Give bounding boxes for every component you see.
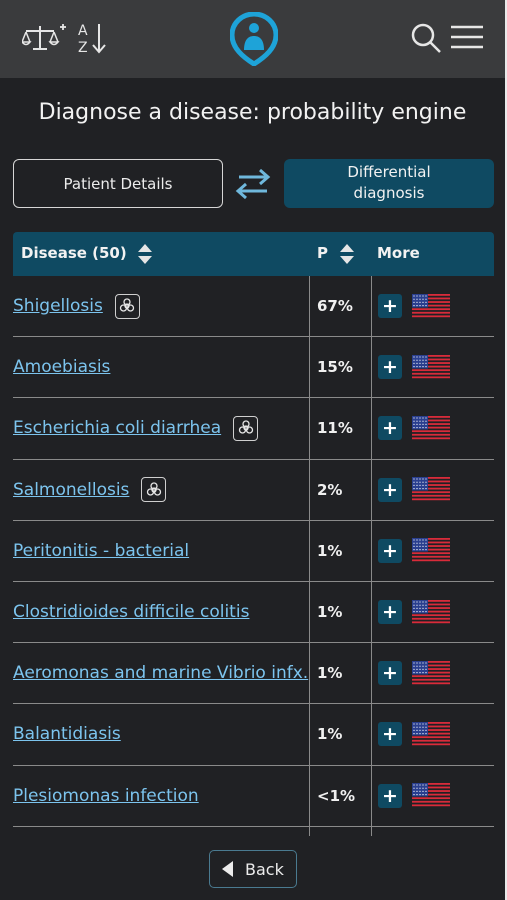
us-flag-icon[interactable]	[412, 538, 450, 563]
differential-diagnosis-label: Differential diagnosis	[347, 163, 431, 202]
cell-probability: 1%	[310, 704, 372, 765]
scale-icon[interactable]	[22, 22, 66, 54]
us-flag-icon[interactable]	[412, 721, 450, 747]
cell-probability: 15%	[310, 337, 372, 398]
disease-link[interactable]: Amoebiasis	[13, 356, 110, 378]
add-button[interactable]: +	[378, 477, 402, 502]
cell-probability: 1%	[310, 520, 372, 581]
cell-probability: <1%	[310, 765, 372, 826]
cell-disease: Escherichia coli diarrhea	[13, 398, 310, 459]
page-title: Diagnose a disease: probability engine	[38, 100, 467, 125]
us-flag-icon[interactable]	[412, 477, 450, 502]
table-row: Salmonellosis 2% +	[13, 459, 494, 521]
cell-more: +	[372, 460, 494, 520]
cell-disease: Peritonitis - bacterial	[13, 520, 310, 581]
cell-disease: Salmonellosis	[13, 459, 310, 520]
cell-disease: Clostridioides difficile colitis	[13, 581, 310, 643]
back-arrow-icon	[222, 861, 233, 877]
table-row-partial	[13, 826, 494, 836]
table-row: Escherichia coli diarrhea 11% +	[13, 398, 494, 460]
menu-icon[interactable]	[449, 22, 485, 52]
add-button[interactable]: +	[378, 416, 402, 441]
biohazard-icon[interactable]	[233, 415, 259, 441]
disease-link[interactable]: Escherichia coli diarrhea	[13, 417, 221, 439]
cell-probability: 2%	[310, 459, 372, 520]
swap-arrows-icon[interactable]	[233, 166, 273, 202]
add-button[interactable]: +	[378, 783, 402, 808]
disease-link[interactable]: Plesiomonas infection	[13, 785, 199, 807]
us-flag-icon[interactable]	[412, 293, 450, 319]
disease-link[interactable]: Shigellosis	[13, 295, 103, 317]
cell-disease: Amoebiasis	[13, 337, 310, 398]
table-header: Disease (50) P More	[13, 232, 494, 276]
app-root: A Z Diagnose a disease: probability engi…	[0, 0, 505, 900]
table-row: Peritonitis - bacterial 1% +	[13, 520, 494, 582]
us-flag-icon[interactable]	[412, 660, 450, 686]
sort-disease-icon[interactable]	[137, 243, 153, 265]
table-row: Shigellosis 67% +	[13, 276, 494, 338]
us-flag-icon[interactable]	[412, 783, 450, 808]
cell-probability: 1%	[310, 643, 372, 704]
sort-letter-a: A	[78, 23, 88, 39]
cell-more: +	[372, 643, 494, 703]
add-button[interactable]: +	[378, 722, 402, 747]
add-button[interactable]: +	[378, 355, 402, 380]
table-row: Clostridioides difficile colitis 1% +	[13, 581, 494, 644]
column-header-disease[interactable]: Disease (50)	[21, 244, 127, 262]
add-button[interactable]: +	[378, 600, 402, 625]
us-flag-icon[interactable]	[412, 599, 450, 625]
sort-az-icon[interactable]: A Z	[76, 20, 108, 56]
back-label: Back	[245, 859, 284, 879]
column-header-p[interactable]: P	[317, 244, 328, 262]
back-button[interactable]: Back	[209, 850, 297, 888]
table-row: Balantidiasis 1% +	[13, 704, 494, 766]
cell-disease: Shigellosis	[13, 276, 310, 337]
us-flag-icon[interactable]	[412, 415, 450, 441]
add-button[interactable]: +	[378, 538, 402, 563]
disease-link[interactable]: Aeromonas and marine Vibrio infx.	[13, 662, 308, 684]
cell-probability: 11%	[310, 398, 372, 459]
cell-more: +	[372, 337, 494, 397]
logo-icon[interactable]	[230, 12, 278, 66]
cell-more: +	[372, 582, 494, 642]
column-header-more: More	[377, 244, 420, 262]
cell-more: +	[372, 276, 494, 336]
patient-details-button[interactable]: Patient Details	[13, 159, 223, 208]
cell-disease	[13, 826, 310, 836]
search-icon[interactable]	[408, 20, 444, 56]
biohazard-icon[interactable]	[114, 293, 140, 319]
biohazard-icon[interactable]	[141, 477, 167, 503]
add-button[interactable]: +	[378, 294, 402, 319]
cell-probability: 1%	[310, 581, 372, 643]
table-row: Amoebiasis 15% +	[13, 337, 494, 399]
disease-link[interactable]: Balantidiasis	[13, 723, 121, 745]
cell-more: +	[372, 398, 494, 458]
cell-probability: 67%	[310, 276, 372, 337]
cell-probability	[310, 826, 372, 836]
differential-diagnosis-button[interactable]: Differential diagnosis	[284, 159, 494, 208]
disease-link[interactable]: Peritonitis - bacterial	[13, 540, 189, 562]
sort-letter-z: Z	[78, 40, 88, 56]
cell-more: +	[372, 704, 494, 764]
sort-p-icon[interactable]	[339, 243, 355, 265]
add-button[interactable]: +	[378, 661, 402, 686]
disease-table-body: Shigellosis 67% + Amoebiasis 15% + Escherichia…	[13, 276, 494, 836]
cell-disease: Balantidiasis	[13, 704, 310, 765]
table-row: Aeromonas and marine Vibrio infx. 1% +	[13, 643, 494, 705]
cell-disease: Plesiomonas infection	[13, 765, 310, 826]
cell-more: +	[372, 766, 494, 826]
disease-link[interactable]: Clostridioides difficile colitis	[13, 601, 249, 623]
us-flag-icon[interactable]	[412, 354, 450, 380]
footer: Back	[0, 836, 505, 900]
table-row: Plesiomonas infection <1% +	[13, 765, 494, 827]
disease-link[interactable]: Salmonellosis	[13, 479, 129, 501]
top-bar: A Z	[0, 0, 505, 78]
cell-disease: Aeromonas and marine Vibrio infx.	[13, 643, 310, 704]
cell-more: +	[372, 521, 494, 581]
